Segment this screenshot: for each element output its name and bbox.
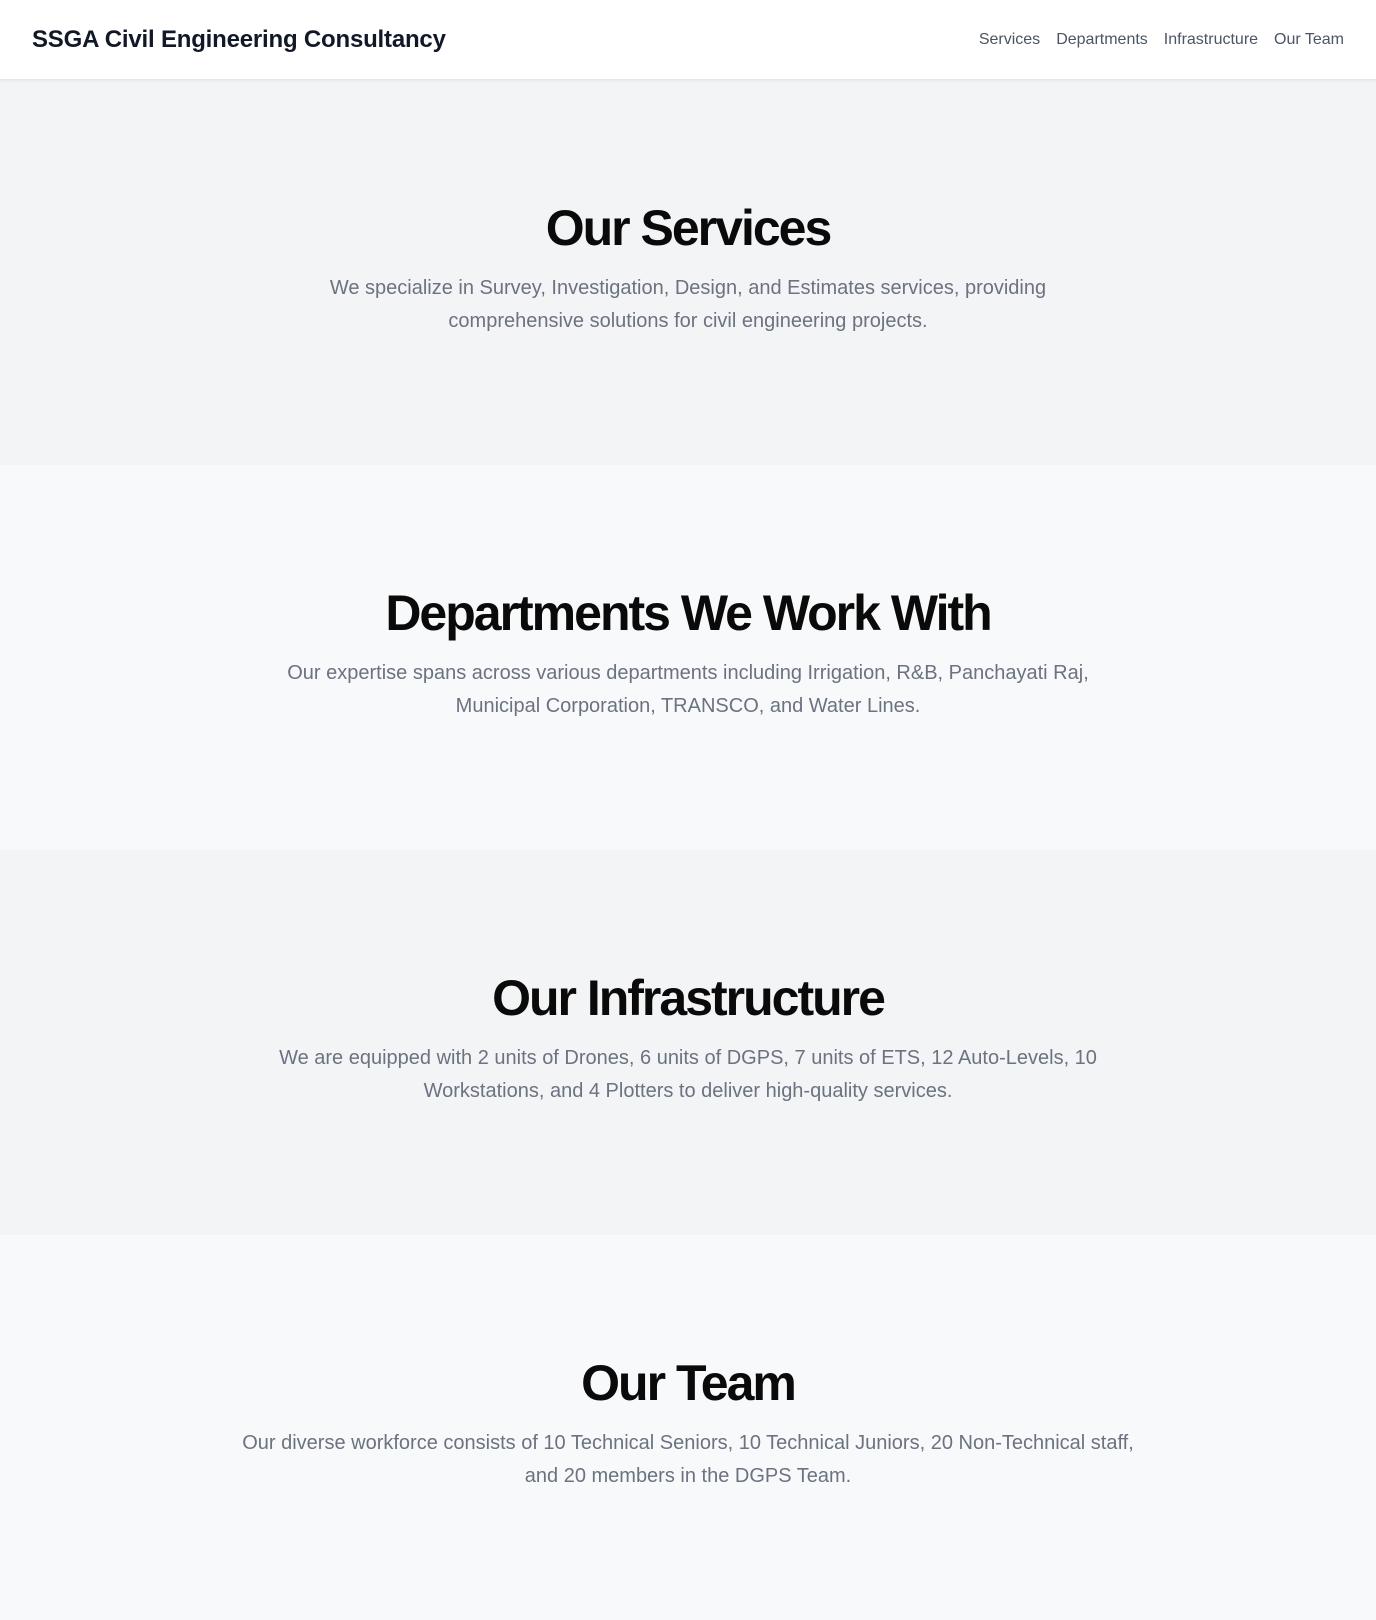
site-header: SSGA Civil Engineering Consultancy Servi… <box>0 0 1376 80</box>
departments-description: Our expertise spans across various depar… <box>287 662 1089 717</box>
services-description: We specialize in Survey, Investigation, … <box>329 277 1047 332</box>
infrastructure-section: Our Infrastructure We are equipped with … <box>0 850 1376 1235</box>
infrastructure-description: We are equipped with 2 units of Drones, … <box>279 1047 1097 1102</box>
nav-link-team[interactable]: Our Team <box>1274 31 1344 49</box>
departments-title: Departments We Work With <box>385 585 992 641</box>
team-section: Our Team Our diverse workforce consists … <box>0 1235 1376 1620</box>
infrastructure-title: Our Infrastructure <box>492 970 886 1026</box>
team-title: Our Team <box>581 1355 797 1411</box>
services-section: Our Services We specialize in Survey, In… <box>0 80 1376 465</box>
site-brand[interactable]: SSGA Civil Engineering Consultancy <box>32 26 446 54</box>
services-title: Our Services <box>545 200 833 256</box>
nav-link-infrastructure[interactable]: Infrastructure <box>1164 31 1258 49</box>
nav-link-services[interactable]: Services <box>979 31 1040 49</box>
nav-link-departments[interactable]: Departments <box>1056 31 1148 49</box>
departments-section: Departments We Work With Our expertise s… <box>0 465 1376 850</box>
main-nav: Services Departments Infrastructure Our … <box>979 31 1344 49</box>
team-description: Our diverse workforce consists of 10 Tec… <box>242 1432 1134 1487</box>
